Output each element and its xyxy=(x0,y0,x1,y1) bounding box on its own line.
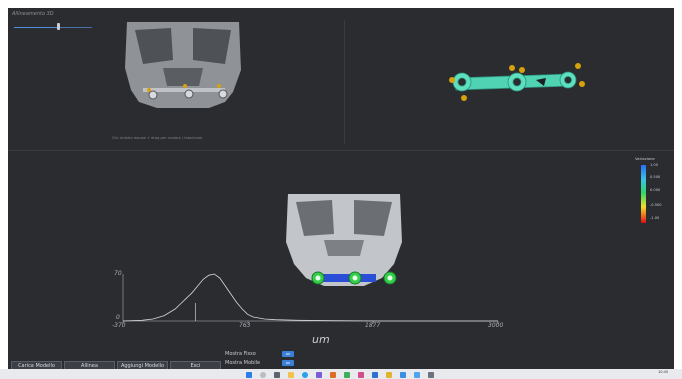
windows-start-icon[interactable] xyxy=(246,372,252,378)
x-tick-label: 763 xyxy=(239,322,251,329)
deviation-histogram xyxy=(122,273,499,324)
app-icon[interactable] xyxy=(330,372,336,378)
app-icon[interactable] xyxy=(414,372,420,378)
app-icon[interactable] xyxy=(400,372,406,378)
app-icon[interactable] xyxy=(344,372,350,378)
os-taskbar xyxy=(0,369,682,379)
show-fixed-toggle[interactable]: on xyxy=(282,351,294,357)
x-axis-unit: um xyxy=(312,333,330,346)
y-tick-label: 70 xyxy=(114,270,122,277)
app-icon[interactable] xyxy=(358,372,364,378)
x-tick-label: -370 xyxy=(112,322,126,329)
browser-icon[interactable] xyxy=(302,372,308,378)
x-tick-label: 3000 xyxy=(488,322,504,329)
file-explorer-icon[interactable] xyxy=(288,372,294,378)
app-icon[interactable] xyxy=(372,372,378,378)
search-icon[interactable] xyxy=(260,372,266,378)
y-tick-label: 0 xyxy=(116,314,120,321)
app-icon[interactable] xyxy=(386,372,392,378)
show-mobile-toggle[interactable]: on xyxy=(282,360,294,366)
task-view-icon[interactable] xyxy=(274,372,280,378)
histogram-curve xyxy=(122,273,498,322)
app-icon[interactable] xyxy=(428,372,434,378)
show-mobile-label: Mostra Mobile xyxy=(225,360,261,366)
show-fixed-label: Mostra Fisso xyxy=(225,351,256,357)
screen: Allineamento 3D Clic sinistro mouse + dr… xyxy=(0,0,682,379)
taskbar-clock: 10:45 xyxy=(658,370,669,374)
app-window: Allineamento 3D Clic sinistro mouse + dr… xyxy=(8,8,674,370)
x-tick-label: 1877 xyxy=(365,322,381,329)
app-icon[interactable] xyxy=(316,372,322,378)
